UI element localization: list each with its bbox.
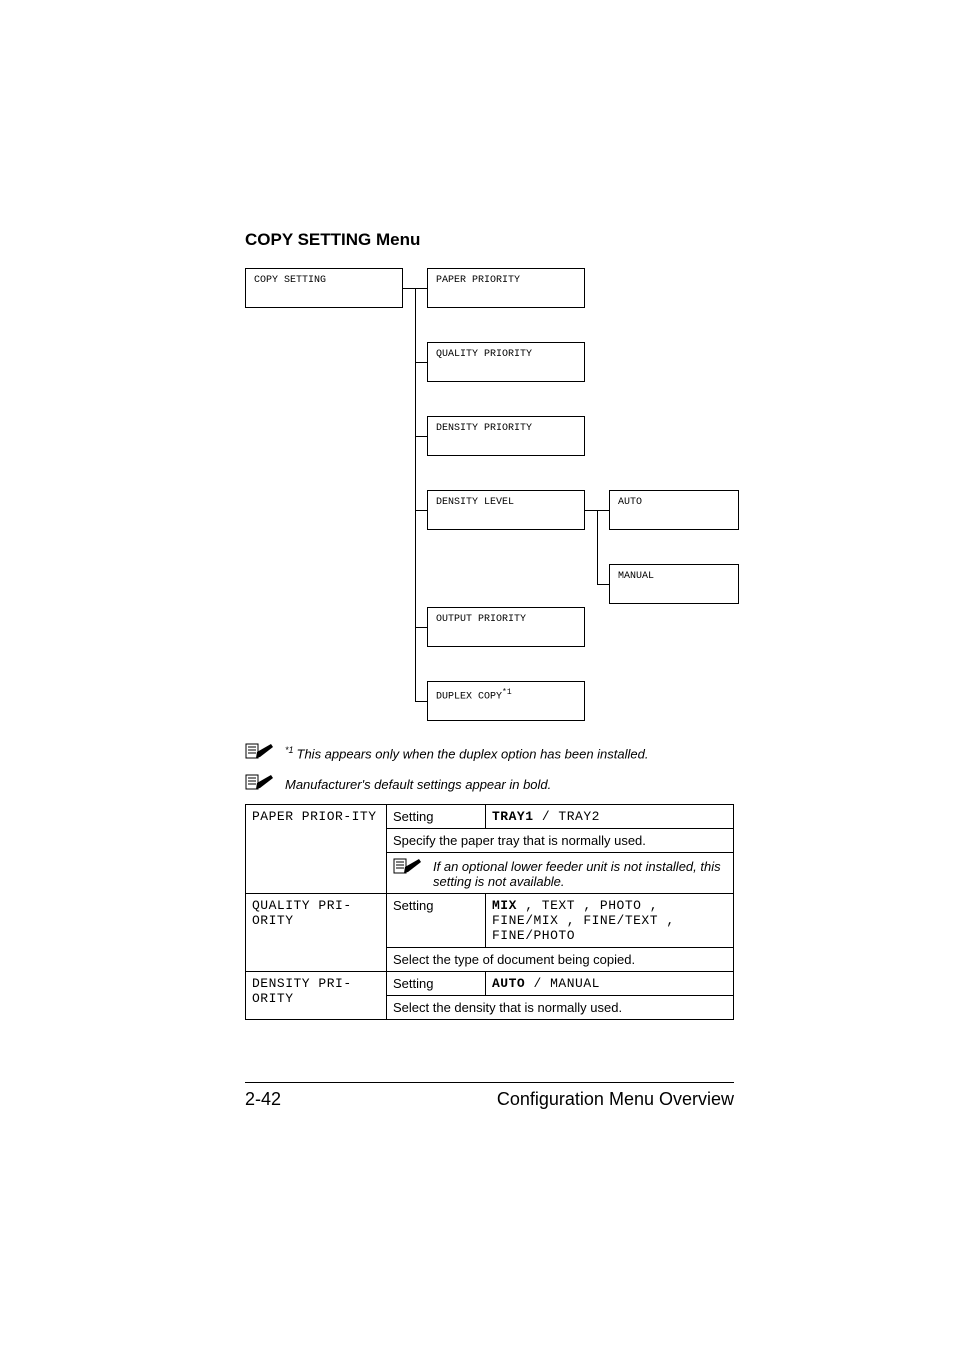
flow-label: QUALITY PRIORITY (436, 349, 532, 360)
opt-bold: AUTO (492, 976, 525, 991)
table-row: QUALITY PRI-ORITY Setting MIX , TEXT , P… (246, 894, 734, 948)
note-icon (393, 857, 423, 878)
flow-label: DUPLEX COPY (436, 691, 502, 702)
opt-rest: / MANUAL (525, 976, 600, 991)
opt-bold: TRAY1 (492, 809, 534, 824)
conn (415, 627, 427, 629)
opt-bold: MIX (492, 898, 517, 913)
conn (403, 288, 415, 290)
note-body: This appears only when the duplex option… (297, 747, 649, 762)
conn (415, 510, 427, 512)
flow-item: QUALITY PRIORITY (427, 342, 585, 382)
flow-label: PAPER PRIORITY (436, 275, 520, 286)
flow-label: OUTPUT PRIORITY (436, 614, 526, 625)
flow-item: DENSITY PRIORITY (427, 416, 585, 456)
setting-options: AUTO / MANUAL (486, 972, 734, 996)
conn (415, 362, 427, 364)
footer-title: Configuration Menu Overview (497, 1089, 734, 1110)
flow-item-density-level: DENSITY LEVEL (427, 490, 585, 530)
setting-label: Setting (387, 972, 486, 996)
bus-col3 (597, 510, 598, 584)
flow-item: PAPER PRIORITY (427, 268, 585, 308)
flow-sup: *1 (502, 688, 512, 697)
conn (597, 510, 609, 512)
note-icon (245, 773, 275, 796)
setting-desc: Select the density that is normally used… (387, 996, 734, 1020)
note-text: Manufacturer's default settings appear i… (285, 777, 551, 792)
flow-label: DENSITY LEVEL (436, 497, 514, 508)
flow-item-duplex: DUPLEX COPY*1 (427, 681, 585, 721)
note-sup: *1 (285, 745, 294, 755)
section-heading: COPY SETTING Menu (245, 230, 734, 250)
flow-label: DENSITY PRIORITY (436, 423, 532, 434)
setting-label: Setting (387, 894, 486, 948)
setting-name: DENSITY PRI-ORITY (246, 972, 387, 1020)
setting-name: QUALITY PRI-ORITY (246, 894, 387, 972)
flow-item: AUTO (609, 490, 739, 530)
flow-item: MANUAL (609, 564, 739, 604)
page-footer: 2-42 Configuration Menu Overview (245, 1082, 734, 1110)
conn (585, 510, 597, 512)
footer-rule (245, 1082, 734, 1083)
flow-label: MANUAL (618, 571, 654, 582)
settings-table: PAPER PRIOR-ITY Setting TRAY1 / TRAY2 Sp… (245, 804, 734, 1020)
table-row: DENSITY PRI-ORITY Setting AUTO / MANUAL (246, 972, 734, 996)
note-row: *1This appears only when the duplex opti… (245, 742, 734, 765)
flow-root: COPY SETTING (245, 268, 403, 308)
flow-root-label: COPY SETTING (254, 275, 326, 286)
setting-desc: Select the type of document being copied… (387, 948, 734, 972)
setting-options: TRAY1 / TRAY2 (486, 805, 734, 829)
note-text: *1This appears only when the duplex opti… (285, 745, 648, 761)
conn (415, 288, 427, 290)
menu-flow-diagram: COPY SETTING PAPER PRIORITY QUALITY PRIO… (245, 268, 734, 732)
flow-item: OUTPUT PRIORITY (427, 607, 585, 647)
setting-desc: Specify the paper tray that is normally … (387, 829, 734, 853)
conn (597, 584, 609, 586)
opt-rest: / TRAY2 (534, 809, 600, 824)
note-row: Manufacturer's default settings appear i… (245, 773, 734, 796)
setting-note: If an optional lower feeder unit is not … (387, 853, 734, 894)
note-icon (245, 742, 275, 765)
table-row: PAPER PRIOR-ITY Setting TRAY1 / TRAY2 (246, 805, 734, 829)
page-number: 2-42 (245, 1089, 281, 1110)
bus-col2 (415, 288, 416, 701)
setting-name: PAPER PRIOR-ITY (246, 805, 387, 894)
flow-label: AUTO (618, 497, 642, 508)
conn (415, 436, 427, 438)
setting-options: MIX , TEXT , PHOTO , FINE/MIX , FINE/TEX… (486, 894, 734, 948)
setting-label: Setting (387, 805, 486, 829)
page: COPY SETTING Menu COPY SETTING PAPER PRI… (0, 0, 954, 1350)
conn (415, 701, 427, 703)
note-body: If an optional lower feeder unit is not … (433, 857, 727, 889)
opt-rest: , TEXT , PHOTO , FINE/MIX , FINE/TEXT , … (492, 898, 675, 943)
